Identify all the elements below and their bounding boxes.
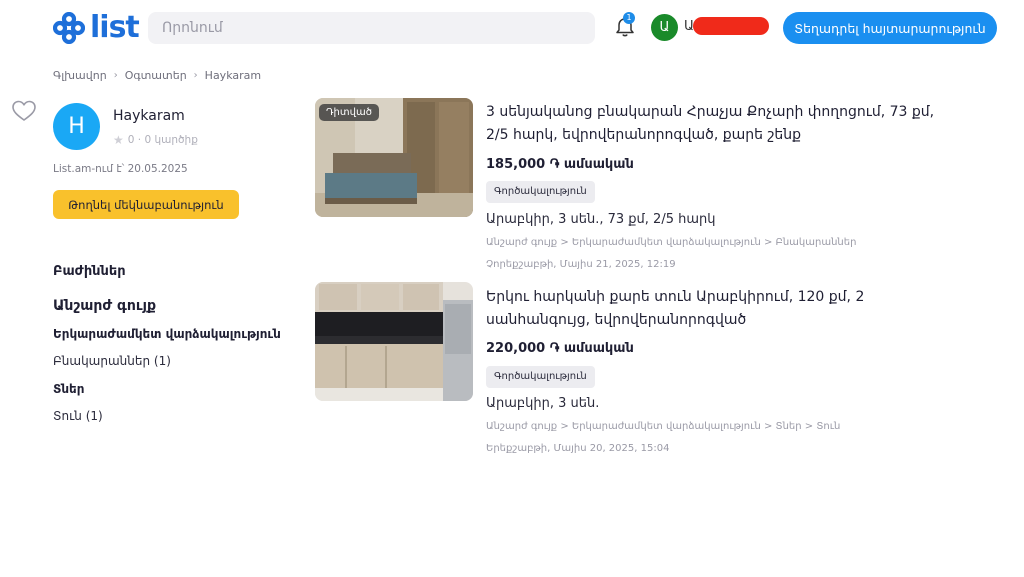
breadcrumb-users[interactable]: Օգտատեր <box>125 69 187 82</box>
redaction-mark <box>693 17 769 35</box>
rating: ★ 0 · 0 կարծիք <box>113 133 198 147</box>
listing-date: Երեքշաբթի, Մայիս 20, 2025, 15:04 <box>486 443 670 454</box>
listing-image[interactable] <box>315 282 473 401</box>
leave-comment-button[interactable]: Թողնել մեկնաբանություն <box>53 190 239 219</box>
listing-details: Արաբկիր, 3 սեն., 73 քմ, 2/5 հարկ <box>486 212 716 227</box>
profile-name: Haykaram <box>113 108 185 124</box>
agency-tag: Գործակալություն <box>486 181 595 203</box>
kitchen-photo <box>315 282 473 401</box>
star-icon: ★ <box>113 133 124 147</box>
listing-category-path: Անշարժ գույք > Երկարաժամկետ վարձակալությ… <box>486 421 841 432</box>
breadcrumb-current: Haykaram <box>204 69 262 82</box>
agency-tag: Գործակալություն <box>486 366 595 388</box>
category-long-term-rental[interactable]: Երկարաժամկետ վարձակալություն <box>53 327 281 341</box>
listing-category-path: Անշարժ գույք > Երկարաժամկետ վարձակալությ… <box>486 237 857 248</box>
breadcrumb-home[interactable]: Գլխավոր <box>53 69 107 82</box>
category-houses[interactable]: Տներ <box>53 382 84 396</box>
listing-title[interactable]: 3 սենյականոց բնակարան Հրաչյա Քոչարի փողո… <box>486 101 956 147</box>
logo-icon <box>53 12 85 44</box>
logo-text: list <box>90 10 140 45</box>
rating-text[interactable]: 0 · 0 կարծիք <box>128 134 198 146</box>
category-house[interactable]: Տուն (1) <box>53 409 103 423</box>
listing-date: Չորեքշաբթի, Մայիս 21, 2025, 12:19 <box>486 259 676 270</box>
header: list 1 Ա Ա Տեղադրել հայտարարություն <box>0 0 1024 56</box>
listing-price: 185,000 ֏ ամսական <box>486 157 634 172</box>
heart-icon[interactable] <box>11 99 37 123</box>
member-since: List.am-ում է՝ 20.05.2025 <box>53 163 188 175</box>
notification-badge: 1 <box>623 12 635 24</box>
post-ad-button[interactable]: Տեղադրել հայտարարություն <box>783 12 997 44</box>
profile-avatar: H <box>53 103 100 150</box>
categories-title: Բաժիններ <box>53 264 126 279</box>
listing-details: Արաբկիր, 3 սեն. <box>486 396 600 411</box>
breadcrumb: Գլխավոր › Օգտատեր › Haykaram <box>53 69 261 82</box>
viewed-badge: Դիտված <box>319 104 379 121</box>
user-avatar[interactable]: Ա <box>651 14 678 41</box>
logo[interactable]: list <box>53 10 140 45</box>
search-input[interactable] <box>148 12 595 44</box>
category-real-estate[interactable]: Անշարժ գույք <box>53 298 156 314</box>
category-apartments[interactable]: Բնակարաններ (1) <box>53 354 171 368</box>
chevron-right-icon: › <box>113 70 118 81</box>
listing-title[interactable]: Երկու հարկանի քարե տուն Արաբկիրում, 120 … <box>486 286 956 332</box>
listing-image[interactable]: Դիտված <box>315 98 473 217</box>
listing-price: 220,000 ֏ ամսական <box>486 341 634 356</box>
chevron-right-icon: › <box>193 70 198 81</box>
